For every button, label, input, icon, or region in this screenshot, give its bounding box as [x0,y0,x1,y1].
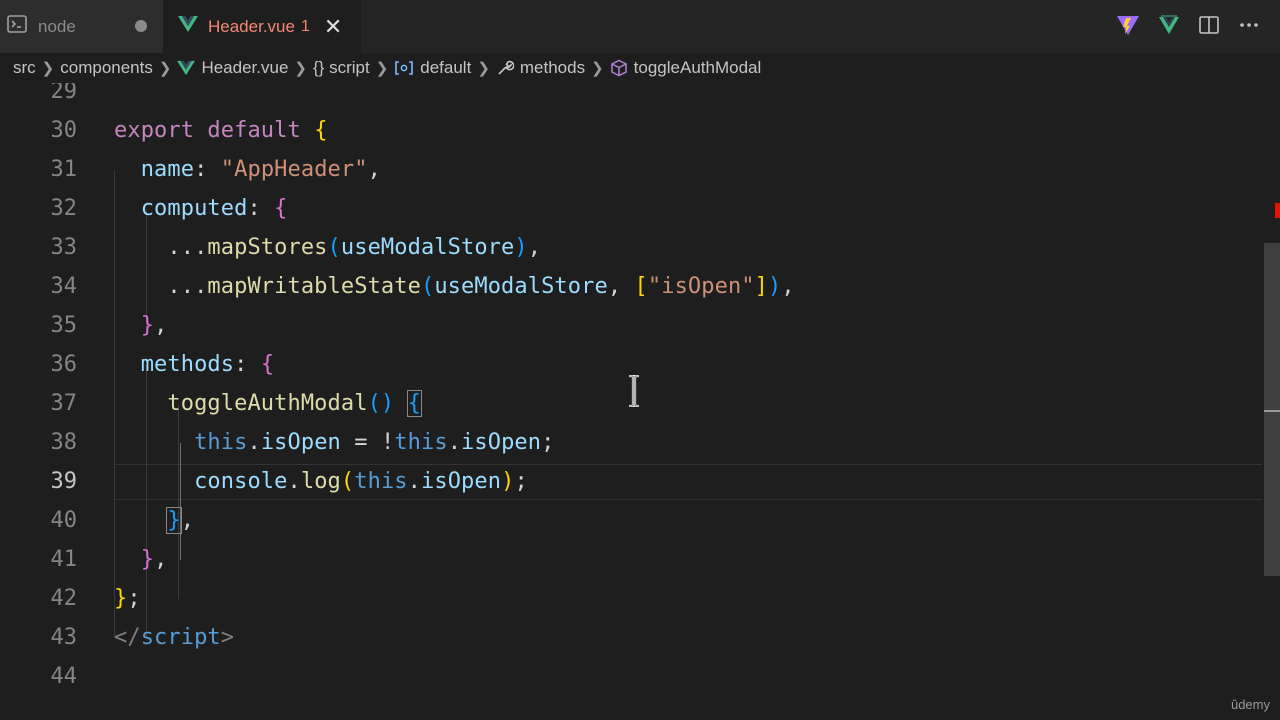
code-text: ...mapWritableState(useModalStore, ["isO… [114,274,795,299]
text-cursor-icon [626,374,642,412]
code-text: </script> [114,625,235,650]
close-icon[interactable]: ✕ [324,15,342,38]
tab-bar: node Header.vue 1 ✕ [0,0,1280,53]
line-number: 42 [50,586,78,611]
method-cube-icon [610,59,628,77]
unsaved-dot-icon[interactable] [135,20,147,32]
code-line: 31 name: "AppHeader", [0,150,1262,189]
chevron-right-icon: ❯ [41,60,55,77]
line-number: 29 [50,83,78,104]
line-number: 44 [50,664,78,689]
code-line-active: 39 console.log(this.isOpen); [0,462,1262,501]
line-number: 40 [50,508,78,533]
editor-actions [1116,13,1260,37]
breadcrumb: src ❯ components ❯ Header.vue ❯ {} scrip… [0,53,1280,83]
code-line: 43 </script> [0,618,1262,657]
code-line: 38 this.isOpen = !this.isOpen; [0,423,1262,462]
chevron-right-icon: ❯ [591,60,604,77]
breadcrumb-item-file[interactable]: Header.vue [201,58,288,78]
code-text: export default { [114,118,328,143]
tab-label: node [38,16,76,36]
module-icon [394,60,414,76]
code-text: }, [140,547,168,572]
line-number: 35 [50,313,78,338]
line-number: 37 [50,391,78,416]
code-line: 35 }, [0,306,1262,345]
code-text: computed: { [140,196,288,221]
breadcrumb-item-components[interactable]: components [60,58,153,78]
code-text: }, [140,313,168,338]
problem-count-badge: 1 [300,17,310,35]
split-editor-icon[interactable] [1198,14,1220,36]
breadcrumb-item-methods[interactable]: methods [520,58,585,78]
chevron-right-icon: ❯ [294,60,307,77]
scrollbar-error-marker [1275,203,1280,218]
line-number: 34 [50,274,78,299]
tab-header-vue[interactable]: Header.vue 1 ✕ [163,0,361,53]
code-text: toggleAuthModal() { [167,390,423,417]
line-number: 38 [50,430,78,455]
more-actions-icon[interactable] [1238,14,1260,36]
scrollbar-cursor-marker [1264,410,1280,412]
code-text: }; [114,586,141,611]
code-line: 30 export default { [0,111,1262,150]
wrench-icon [496,59,514,77]
code-text: methods: { [140,352,275,377]
code-text: this.isOpen = !this.isOpen; [194,430,555,455]
breadcrumb-item-src[interactable]: src [13,58,36,78]
chevron-right-icon: ❯ [158,60,172,77]
vue-icon [178,15,198,38]
code-line: 32 computed: { [0,189,1262,228]
code-line: 29 [0,83,1262,111]
code-text: console.log(this.isOpen); [194,469,528,494]
line-number: 32 [50,196,78,221]
line-number: 41 [50,547,78,572]
breadcrumb-item-toggle-auth-modal[interactable]: toggleAuthModal [634,58,762,78]
vue-devtools-icon[interactable] [1158,14,1180,36]
breadcrumb-item-script[interactable]: {} script [313,58,370,78]
code-line: 34 ...mapWritableState(useModalStore, ["… [0,267,1262,306]
vite-icon[interactable] [1116,13,1140,37]
line-number: 33 [50,235,78,260]
chevron-right-icon: ❯ [375,60,389,77]
vue-icon [177,60,196,76]
code-line: 33 ...mapStores(useModalStore), [0,228,1262,267]
code-line: 42 }; [0,579,1262,618]
line-number: 36 [50,352,78,377]
code-text: name: "AppHeader", [140,157,381,182]
terminal-icon [6,13,28,40]
watermark: ûdemy [1230,697,1270,712]
line-number: 39 [50,469,78,494]
code-line: 40 }, [0,501,1262,540]
code-line: 41 }, [0,540,1262,579]
code-text: ...mapStores(useModalStore), [114,235,542,260]
line-number: 43 [50,625,78,650]
chevron-right-icon: ❯ [477,60,490,77]
code-text: }, [166,507,195,534]
breadcrumb-item-default[interactable]: default [420,58,471,78]
tab-node[interactable]: node [0,0,163,53]
tab-label: Header.vue [208,16,295,36]
code-line: 44 [0,657,1262,696]
line-number: 30 [50,118,78,143]
line-number: 31 [50,157,78,182]
